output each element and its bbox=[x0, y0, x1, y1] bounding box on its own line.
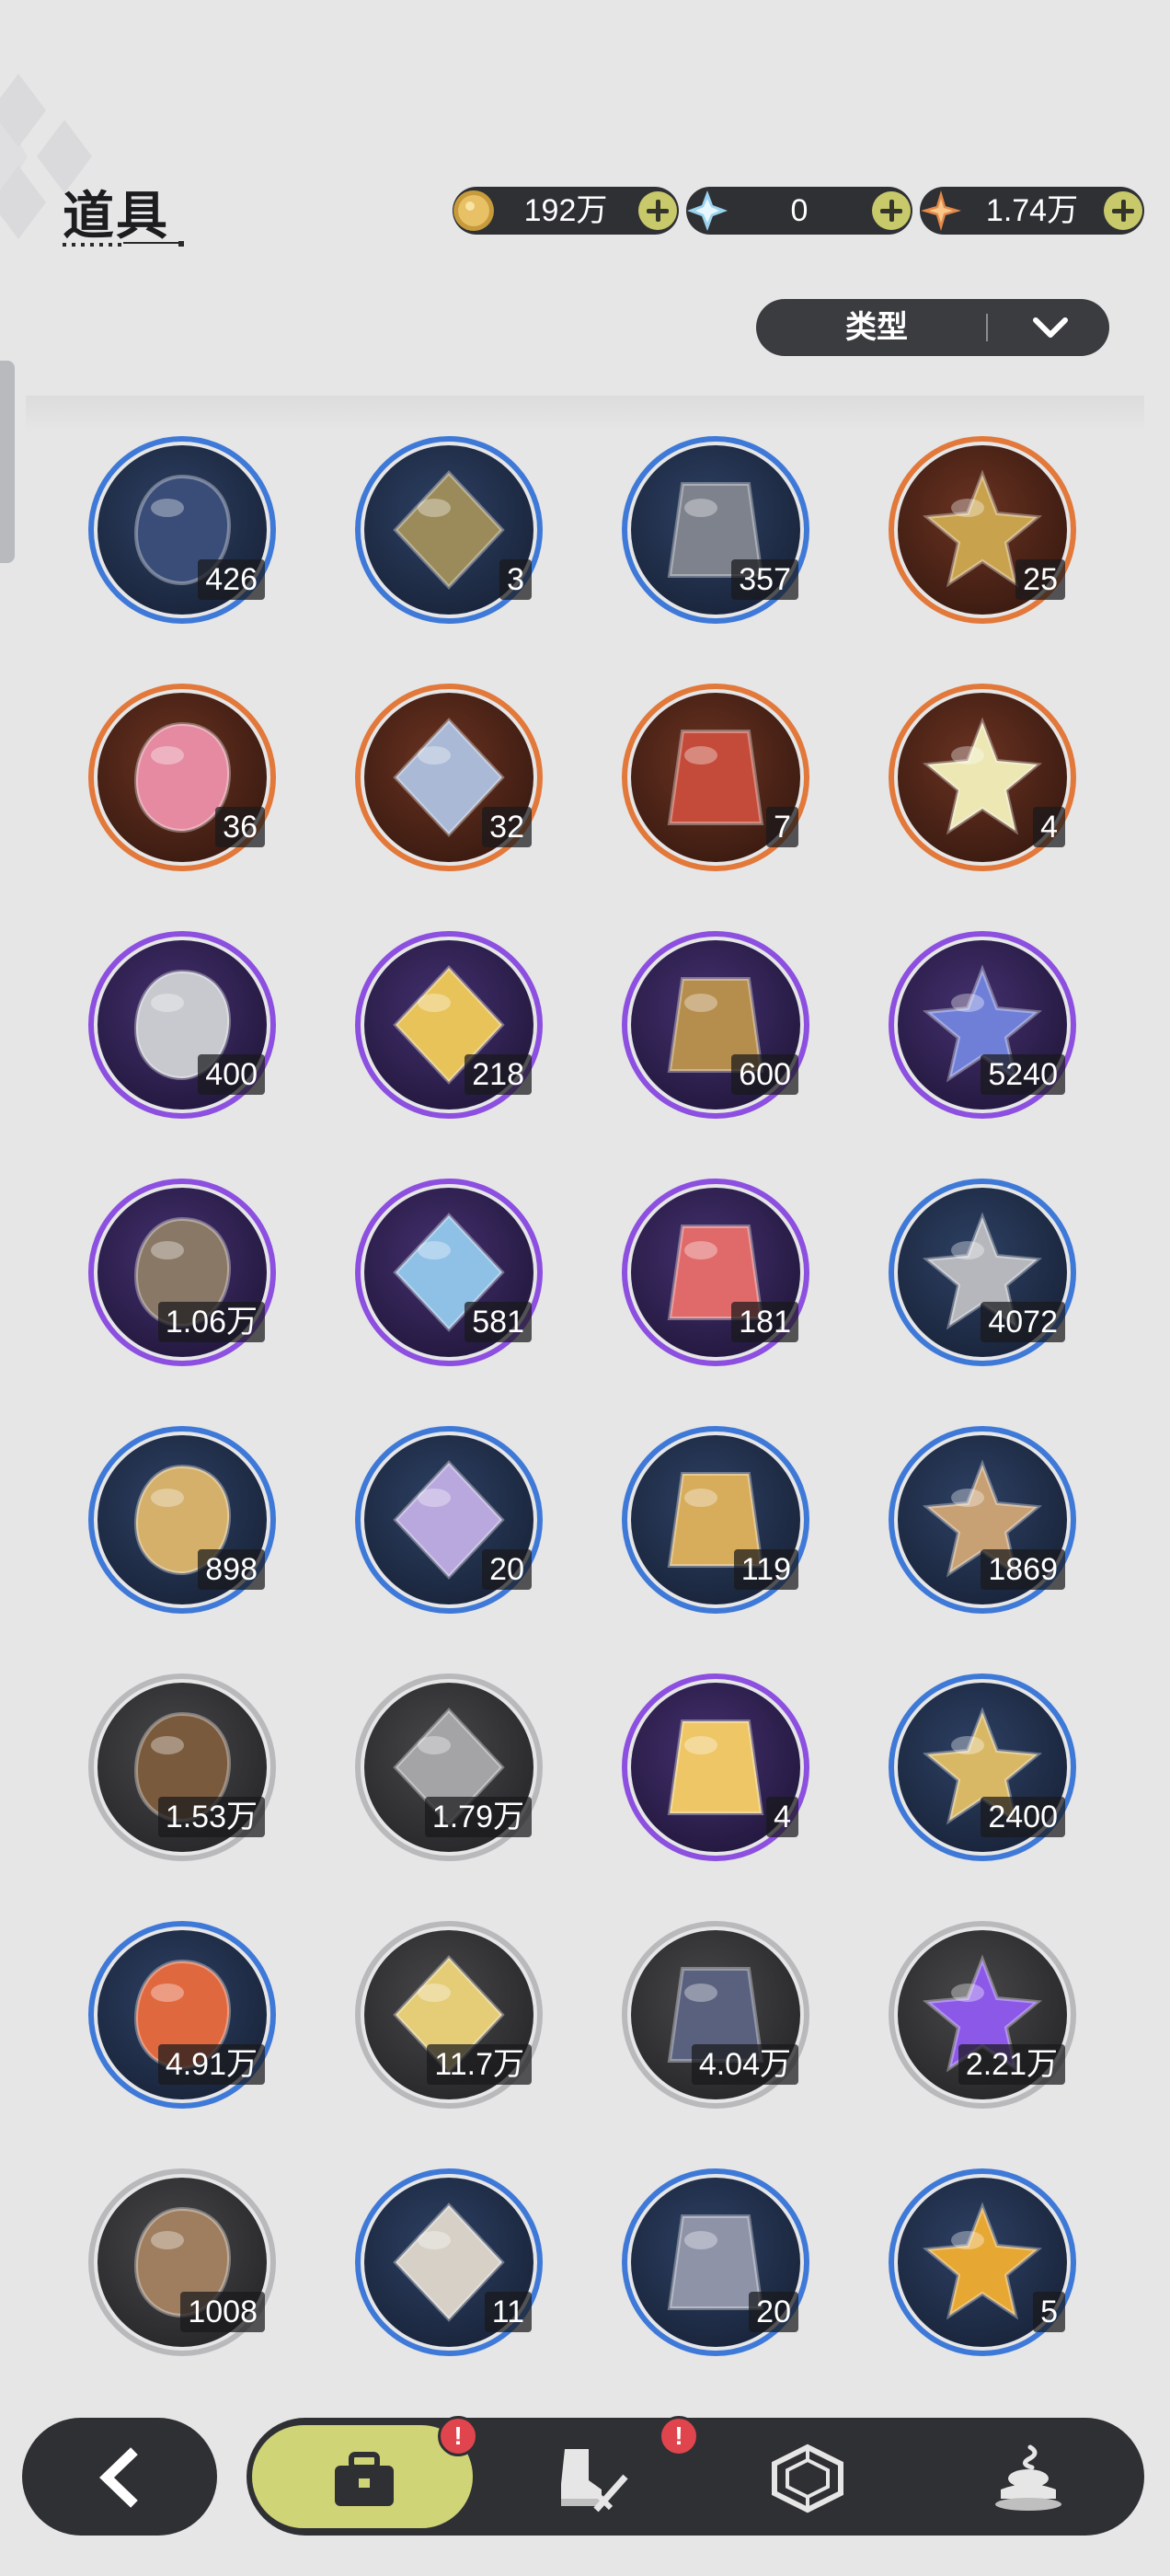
item-count: 5240 bbox=[981, 1054, 1065, 1095]
tab-gems[interactable] bbox=[714, 2418, 898, 2536]
item-count: 1869 bbox=[981, 1549, 1065, 1590]
item-count: 218 bbox=[465, 1054, 532, 1095]
item-count: 1.06万 bbox=[157, 1302, 265, 1342]
item-slot[interactable]: 25 bbox=[885, 432, 1080, 627]
item-count: 400 bbox=[198, 1054, 265, 1095]
item-count: 7 bbox=[766, 807, 798, 847]
item-slot[interactable]: 1.06万 bbox=[85, 1175, 280, 1370]
item-count: 600 bbox=[731, 1054, 798, 1095]
item-slot[interactable]: 36 bbox=[85, 680, 280, 875]
currency-crystal-value: 0 bbox=[790, 193, 809, 228]
item-slot[interactable]: 898 bbox=[85, 1422, 280, 1617]
type-filter-dropdown[interactable]: 类型 bbox=[756, 299, 1109, 356]
add-gold-button[interactable] bbox=[638, 191, 677, 230]
boot-sword-icon bbox=[561, 2449, 628, 2513]
item-slot[interactable]: 1008 bbox=[85, 2165, 280, 2360]
item-count: 4 bbox=[766, 1797, 798, 1837]
item-slot[interactable]: 4072 bbox=[885, 1175, 1080, 1370]
item-count: 20 bbox=[749, 2292, 798, 2332]
item-slot[interactable]: 181 bbox=[618, 1175, 813, 1370]
item-count: 181 bbox=[731, 1302, 798, 1342]
item-slot[interactable]: 581 bbox=[351, 1175, 546, 1370]
item-slot[interactable]: 3 bbox=[351, 432, 546, 627]
currency-gold: 192万 bbox=[453, 187, 679, 235]
title-underline-decoration bbox=[63, 241, 184, 247]
item-count: 4 bbox=[1033, 807, 1065, 847]
filter-divider bbox=[986, 314, 988, 341]
item-count: 4.04万 bbox=[691, 2044, 798, 2085]
item-count: 4.91万 bbox=[157, 2044, 265, 2085]
item-count: 3 bbox=[499, 559, 532, 600]
item-count: 1008 bbox=[180, 2292, 265, 2332]
item-count: 1.79万 bbox=[424, 1797, 532, 1837]
cake-icon bbox=[995, 2444, 1061, 2511]
item-count: 36 bbox=[215, 807, 265, 847]
item-count: 4072 bbox=[981, 1302, 1065, 1342]
item-count: 20 bbox=[482, 1549, 532, 1590]
item-count: 898 bbox=[198, 1549, 265, 1590]
item-slot[interactable]: 357 bbox=[618, 432, 813, 627]
item-slot[interactable]: 4 bbox=[885, 680, 1080, 875]
item-slot[interactable]: 4.91万 bbox=[85, 1917, 280, 2112]
star-shard-icon bbox=[921, 190, 961, 231]
add-star-shard-button[interactable] bbox=[1104, 191, 1142, 230]
tab-food[interactable] bbox=[935, 2418, 1118, 2536]
item-slot[interactable]: 11.7万 bbox=[351, 1917, 546, 2112]
page-title: 道具 bbox=[63, 187, 169, 245]
item-slot[interactable]: 2400 bbox=[885, 1670, 1080, 1865]
tab-equipment-alert-badge: ! bbox=[659, 2416, 699, 2456]
item-slot[interactable]: 32 bbox=[351, 680, 546, 875]
currency-star-shard-value: 1.74万 bbox=[985, 193, 1079, 228]
add-crystal-button[interactable] bbox=[872, 191, 911, 230]
back-button[interactable] bbox=[22, 2418, 217, 2536]
gold-coin-icon bbox=[453, 190, 494, 231]
tab-equipment[interactable] bbox=[493, 2418, 677, 2536]
chevron-down-icon bbox=[1033, 317, 1068, 338]
item-slot[interactable]: 400 bbox=[85, 927, 280, 1122]
filter-label: 类型 bbox=[845, 310, 908, 345]
item-slot[interactable]: 20 bbox=[618, 2165, 813, 2360]
item-slot[interactable]: 1.79万 bbox=[351, 1670, 546, 1865]
item-slot[interactable]: 218 bbox=[351, 927, 546, 1122]
item-slot[interactable]: 600 bbox=[618, 927, 813, 1122]
item-slot[interactable]: 1.53万 bbox=[85, 1670, 280, 1865]
item-count: 11.7万 bbox=[427, 2044, 532, 2085]
chevron-left-icon bbox=[99, 2447, 138, 2508]
bag-icon bbox=[335, 2452, 394, 2506]
item-count: 581 bbox=[465, 1302, 532, 1342]
item-slot[interactable]: 11 bbox=[351, 2165, 546, 2360]
tab-items-alert-badge: ! bbox=[438, 2416, 478, 2456]
item-count: 2400 bbox=[981, 1797, 1065, 1837]
item-count: 119 bbox=[733, 1549, 798, 1590]
item-count: 32 bbox=[482, 807, 532, 847]
side-drawer-handle[interactable] bbox=[0, 361, 15, 563]
item-count: 5 bbox=[1033, 2292, 1065, 2332]
crystal-icon bbox=[687, 190, 728, 231]
item-slot[interactable]: 1869 bbox=[885, 1422, 1080, 1617]
item-count: 2.21万 bbox=[958, 2044, 1065, 2085]
item-slot[interactable]: 5 bbox=[885, 2165, 1080, 2360]
item-slot[interactable]: 426 bbox=[85, 432, 280, 627]
item-count: 25 bbox=[1015, 559, 1065, 600]
item-count: 1.53万 bbox=[157, 1797, 265, 1837]
item-slot[interactable]: 20 bbox=[351, 1422, 546, 1617]
currency-star-shard: 1.74万 bbox=[920, 187, 1144, 235]
item-slot[interactable]: 2.21万 bbox=[885, 1917, 1080, 2112]
item-slot[interactable]: 119 bbox=[618, 1422, 813, 1617]
hexagon-gem-icon bbox=[772, 2444, 843, 2513]
item-slot[interactable]: 4 bbox=[618, 1670, 813, 1865]
item-count: 357 bbox=[731, 559, 798, 600]
item-slot[interactable]: 7 bbox=[618, 680, 813, 875]
item-count: 426 bbox=[198, 559, 265, 600]
currency-gold-value: 192万 bbox=[523, 193, 608, 228]
currency-crystal: 0 bbox=[686, 187, 912, 235]
item-count: 11 bbox=[484, 2292, 532, 2332]
item-slot[interactable]: 4.04万 bbox=[618, 1917, 813, 2112]
item-slot[interactable]: 5240 bbox=[885, 927, 1080, 1122]
grid-top-shade bbox=[26, 396, 1144, 432]
